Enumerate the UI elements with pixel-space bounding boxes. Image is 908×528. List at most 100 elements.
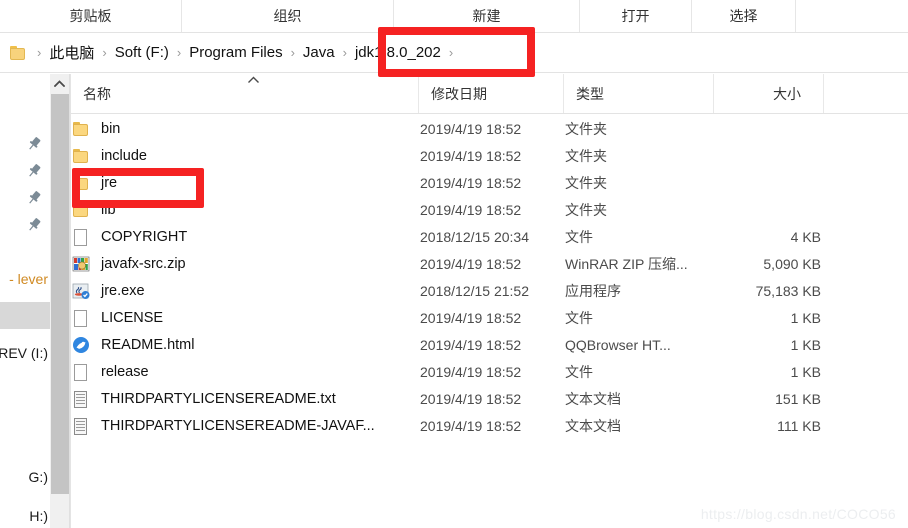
file-size: 1 KB (790, 336, 821, 353)
file-size: 5,090 KB (763, 255, 821, 272)
file-date-modified: 2019/4/19 18:52 (420, 255, 522, 272)
pin-icon (29, 190, 41, 204)
pin-icon (29, 217, 41, 231)
breadcrumb-separator-0: › (37, 45, 42, 60)
file-date-modified: 2019/4/19 18:52 (420, 201, 522, 218)
nav-item-rev-drive[interactable]: REV (I:) (0, 339, 50, 366)
file-type: 应用程序 (565, 282, 621, 299)
nav-item-lever[interactable]: - lever (0, 265, 50, 292)
navigation-pane[interactable]: - lever REV (I:) G:) H:) (0, 74, 50, 528)
table-row[interactable]: bin 2019/4/19 18:52 文件夹 (71, 115, 908, 142)
watermark: https://blog.csdn.net/COCO56 (700, 506, 896, 522)
nav-item-pinned-0[interactable] (0, 130, 50, 157)
file-size: 111 KB (777, 417, 821, 434)
file-type: 文件夹 (565, 174, 607, 191)
navigation-pane-scrollbar[interactable] (50, 74, 70, 528)
breadcrumb-item-program-files[interactable]: Program Files (185, 42, 286, 63)
table-row[interactable]: release 2019/4/19 18:52 文件 1 KB (71, 358, 908, 385)
file-date-modified: 2019/4/19 18:52 (420, 336, 522, 353)
breadcrumb-separator-4: › (342, 45, 347, 60)
nav-item-h-drive[interactable]: H:) (0, 502, 50, 528)
file-name[interactable]: LICENSE (101, 304, 163, 331)
nav-item-pinned-1[interactable] (0, 157, 50, 184)
file-type: 文件夹 (565, 147, 607, 164)
file-list-header: 名称 修改日期 类型 大小 (71, 74, 908, 114)
qqbrowser-icon (71, 335, 91, 355)
file-date-modified: 2019/4/19 18:52 (420, 147, 522, 164)
file-size (671, 142, 821, 169)
file-type: QQBrowser HT... (565, 336, 671, 353)
ribbon-group-spacer (796, 0, 908, 32)
ribbon-group-select[interactable]: 选择 (692, 0, 796, 32)
column-header-type[interactable]: 类型 (564, 74, 714, 113)
breadcrumb-item-java[interactable]: Java (299, 42, 339, 63)
ribbon-group-select-label: 选择 (729, 8, 758, 24)
nav-item-pinned-3[interactable] (0, 211, 50, 238)
table-row[interactable]: THIRDPARTYLICENSEREADME.txt 2019/4/19 18… (71, 385, 908, 412)
file-size (671, 196, 821, 223)
file-name[interactable]: COPYRIGHT (101, 223, 187, 250)
file-date-modified: 2019/4/19 18:52 (420, 417, 522, 434)
file-date-modified: 2019/4/19 18:52 (420, 174, 522, 191)
chevron-up-icon (54, 80, 65, 87)
column-header-date-modified[interactable]: 修改日期 (419, 74, 564, 113)
pin-icon (29, 163, 41, 177)
ribbon-group-clipboard[interactable]: 剪贴板 (0, 0, 182, 32)
file-name[interactable]: bin (101, 115, 120, 142)
ribbon-group-open[interactable]: 打开 (580, 0, 692, 32)
file-name[interactable]: jre.exe (101, 277, 145, 304)
scroll-up-button[interactable] (50, 74, 69, 93)
winrar-zip-icon (71, 254, 91, 274)
file-type: 文件夹 (565, 201, 607, 218)
file-size (671, 115, 821, 142)
file-name[interactable]: javafx-src.zip (101, 250, 186, 277)
breadcrumb-item-this-pc[interactable]: 此电脑 (45, 40, 98, 65)
file-name[interactable]: THIRDPARTYLICENSEREADME-JAVAF... (101, 412, 375, 439)
file-type: 文件 (565, 363, 593, 380)
ribbon-group-new-label: 新建 (472, 8, 501, 24)
column-header-spacer (824, 74, 908, 113)
column-header-date-modified-label: 修改日期 (431, 85, 487, 102)
file-name[interactable]: THIRDPARTYLICENSEREADME.txt (101, 385, 336, 412)
table-row[interactable]: jre.exe 2018/12/15 21:52 应用程序 75,183 KB (71, 277, 908, 304)
nav-item-h-drive-label: H:) (29, 507, 48, 524)
file-date-modified: 2018/12/15 20:34 (420, 228, 529, 245)
file-size: 1 KB (790, 363, 821, 380)
folder-icon (10, 45, 27, 60)
file-size: 75,183 KB (755, 282, 821, 299)
file-name[interactable]: release (101, 358, 149, 385)
table-row[interactable]: LICENSE 2019/4/19 18:52 文件 1 KB (71, 304, 908, 331)
column-header-type-label: 类型 (576, 85, 604, 102)
breadcrumb-item-soft-f[interactable]: Soft (F:) (111, 42, 173, 63)
scrollbar-thumb[interactable] (51, 94, 69, 494)
ribbon-group-organize[interactable]: 组织 (182, 0, 394, 32)
annotation-box-breadcrumb (378, 27, 535, 77)
file-name[interactable]: include (101, 142, 147, 169)
file-size: 151 KB (775, 390, 821, 407)
table-row[interactable]: COPYRIGHT 2018/12/15 20:34 文件 4 KB (71, 223, 908, 250)
file-size: 1 KB (790, 309, 821, 326)
column-header-name[interactable]: 名称 (71, 74, 419, 113)
file-type: 文本文档 (565, 417, 621, 434)
chevron-up-icon (248, 76, 259, 83)
nav-item-g-drive[interactable]: G:) (0, 463, 50, 490)
column-header-size[interactable]: 大小 (714, 74, 824, 113)
table-row[interactable]: README.html 2019/4/19 18:52 QQBrowser HT… (71, 331, 908, 358)
file-type: 文件夹 (565, 120, 607, 137)
column-header-size-label: 大小 (773, 85, 801, 102)
file-type: 文件 (565, 228, 593, 245)
file-name[interactable]: README.html (101, 331, 194, 358)
file-size: 4 KB (790, 228, 821, 245)
breadcrumb-separator-1: › (102, 45, 107, 60)
file-date-modified: 2018/12/15 21:52 (420, 282, 529, 299)
file-type: WinRAR ZIP 压缩... (565, 255, 688, 272)
table-row[interactable]: include 2019/4/19 18:52 文件夹 (71, 142, 908, 169)
file-size (671, 169, 821, 196)
nav-item-lever-label: - lever (9, 270, 48, 287)
table-row[interactable]: javafx-src.zip 2019/4/19 18:52 WinRAR ZI… (71, 250, 908, 277)
pin-icon (29, 136, 41, 150)
table-row[interactable]: THIRDPARTYLICENSEREADME-JAVAF... 2019/4/… (71, 412, 908, 439)
nav-item-pinned-2[interactable] (0, 184, 50, 211)
nav-item-selected[interactable] (0, 302, 50, 329)
nav-item-g-drive-label: G:) (28, 468, 48, 485)
